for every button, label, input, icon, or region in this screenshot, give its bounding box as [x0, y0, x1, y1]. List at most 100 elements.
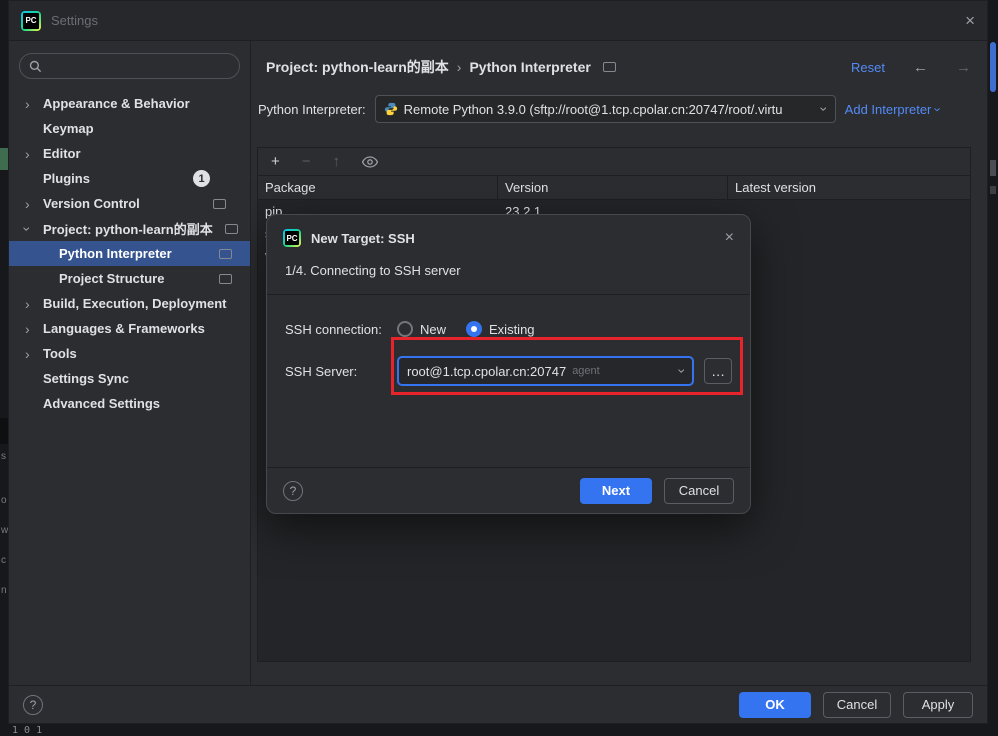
add-package-button[interactable]: +: [271, 154, 280, 169]
package-table-header: Package Version Latest version: [258, 176, 970, 200]
pycharm-logo-icon: PC: [21, 11, 41, 31]
background-scrollbar: [990, 42, 996, 92]
breadcrumb-separator-icon: ›: [457, 59, 462, 75]
project-scope-icon: [603, 62, 616, 72]
interpreter-select[interactable]: Remote Python 3.9.0 (sftp://root@1.tcp.c…: [375, 95, 836, 123]
chevron-right-icon: ›: [25, 96, 43, 112]
sidebar-item-tools[interactable]: › Tools: [9, 341, 250, 366]
breadcrumb: Project: python-learn的副本 › Python Interp…: [251, 41, 987, 93]
help-button[interactable]: ?: [283, 481, 303, 501]
chevron-down-icon: ›: [931, 107, 946, 111]
upgrade-package-button[interactable]: ↑: [333, 154, 341, 169]
sidebar-item-editor[interactable]: › Editor: [9, 141, 250, 166]
show-early-releases-button[interactable]: [362, 156, 378, 168]
help-button[interactable]: ?: [23, 695, 43, 715]
sidebar-item-label: Languages & Frameworks: [43, 321, 205, 336]
package-toolbar: + − ↑: [258, 148, 970, 176]
sidebar-item-appearance-behavior[interactable]: › Appearance & Behavior: [9, 91, 250, 116]
next-button[interactable]: Next: [580, 478, 652, 504]
chevron-right-icon: ›: [25, 346, 43, 362]
settings-main-panel: Project: python-learn的副本 › Python Interp…: [251, 41, 987, 685]
background-fragment: [990, 186, 996, 194]
cancel-button[interactable]: Cancel: [823, 692, 891, 718]
sidebar-item-project[interactable]: › Project: python-learn的副本: [9, 216, 250, 241]
chevron-right-icon: ›: [25, 146, 43, 162]
settings-search-input[interactable]: [19, 53, 240, 79]
project-scope-icon: [219, 274, 232, 284]
sidebar-item-settings-sync[interactable]: Settings Sync: [9, 366, 250, 391]
column-header-latest-version[interactable]: Latest version: [728, 176, 970, 199]
interpreter-label: Python Interpreter:: [258, 102, 366, 117]
background-fragment: o: [1, 496, 8, 506]
sidebar-item-languages-frameworks[interactable]: › Languages & Frameworks: [9, 316, 250, 341]
sidebar-item-project-structure[interactable]: Project Structure: [9, 266, 250, 291]
ssh-agent-tag: agent: [572, 365, 600, 377]
pycharm-logo-icon: PC: [283, 229, 301, 247]
python-icon: [384, 102, 398, 116]
apply-button[interactable]: Apply: [903, 692, 973, 718]
breadcrumb-project[interactable]: Project: python-learn的副本: [266, 57, 449, 77]
column-header-package[interactable]: Package: [258, 176, 498, 199]
sidebar-item-label: Keymap: [43, 121, 94, 136]
status-bar-fragment: 1 0 1: [12, 725, 42, 736]
radio-circle-selected-icon: [466, 321, 482, 337]
sidebar-item-label: Python Interpreter: [59, 246, 172, 261]
sidebar-item-advanced-settings[interactable]: Advanced Settings: [9, 391, 250, 416]
sidebar-item-label: Version Control: [43, 196, 140, 211]
close-icon[interactable]: ×: [725, 230, 734, 246]
forward-arrow-icon[interactable]: →: [956, 59, 971, 76]
back-arrow-icon[interactable]: ←: [913, 59, 928, 76]
ssh-connection-label: SSH connection:: [285, 322, 397, 337]
wizard-step-label: 1/4. Connecting to SSH server: [267, 253, 750, 294]
new-target-ssh-dialog: PC New Target: SSH × 1/4. Connecting to …: [266, 214, 751, 514]
chevron-right-icon: ›: [25, 196, 43, 212]
dialog-body: SSH connection: New Existing: [267, 295, 750, 467]
ssh-server-select[interactable]: root@1.tcp.cpolar.cn:20747 agent ›: [397, 356, 694, 386]
settings-footer: ? OK Cancel Apply: [9, 685, 987, 723]
dialog-cancel-button[interactable]: Cancel: [664, 478, 734, 504]
settings-window: PC Settings × › Appearance & Behavior Ke…: [8, 0, 988, 724]
interpreter-value: Remote Python 3.9.0 (sftp://root@1.tcp.c…: [404, 102, 816, 117]
project-scope-icon: [213, 199, 226, 209]
column-header-version[interactable]: Version: [498, 176, 728, 199]
dialog-title: New Target: SSH: [311, 231, 415, 246]
remove-package-button[interactable]: −: [302, 154, 311, 169]
reset-link[interactable]: Reset: [851, 60, 885, 75]
browse-ssh-configurations-button[interactable]: …: [704, 358, 732, 384]
background-fragment: [0, 418, 8, 444]
sidebar-item-label: Plugins: [43, 171, 90, 186]
project-scope-icon: [225, 224, 238, 234]
add-interpreter-link[interactable]: Add Interpreter ›: [845, 102, 941, 117]
background-fragment: [0, 148, 8, 170]
sidebar-item-label: Editor: [43, 146, 81, 161]
radio-existing[interactable]: Existing: [466, 321, 535, 337]
sidebar-item-label: Project Structure: [59, 271, 164, 286]
sidebar-item-label: Build, Execution, Deployment: [43, 296, 226, 311]
chevron-right-icon: ›: [25, 321, 43, 337]
radio-circle-icon: [397, 321, 413, 337]
sidebar-item-label: Project: python-learn的副本: [43, 219, 213, 238]
sidebar-item-python-interpreter[interactable]: Python Interpreter: [9, 241, 250, 266]
background-fragment: n: [1, 586, 8, 596]
chevron-down-icon: ›: [822, 101, 827, 117]
background-fragment: c: [1, 556, 8, 566]
sidebar-item-build-execution-deployment[interactable]: › Build, Execution, Deployment: [9, 291, 250, 316]
sidebar-item-version-control[interactable]: › Version Control: [9, 191, 250, 216]
ok-button[interactable]: OK: [739, 692, 811, 718]
title-bar: PC Settings ×: [9, 1, 987, 41]
project-scope-icon: [219, 249, 232, 259]
sidebar-item-label: Advanced Settings: [43, 396, 160, 411]
close-icon[interactable]: ×: [965, 12, 975, 29]
background-fragment: s: [1, 452, 8, 462]
sidebar-item-label: Appearance & Behavior: [43, 96, 190, 111]
dialog-header: PC New Target: SSH ×: [267, 215, 750, 253]
sidebar-item-label: Settings Sync: [43, 371, 129, 386]
plugins-update-badge: 1: [193, 170, 210, 187]
settings-tree: › Appearance & Behavior Keymap › Editor …: [9, 91, 250, 416]
sidebar-item-keymap[interactable]: Keymap: [9, 116, 250, 141]
chevron-right-icon: ›: [25, 296, 43, 312]
chevron-down-icon: ›: [680, 363, 685, 379]
sidebar-item-plugins[interactable]: Plugins 1: [9, 166, 250, 191]
radio-new[interactable]: New: [397, 321, 446, 337]
settings-sidebar: › Appearance & Behavior Keymap › Editor …: [9, 41, 251, 685]
